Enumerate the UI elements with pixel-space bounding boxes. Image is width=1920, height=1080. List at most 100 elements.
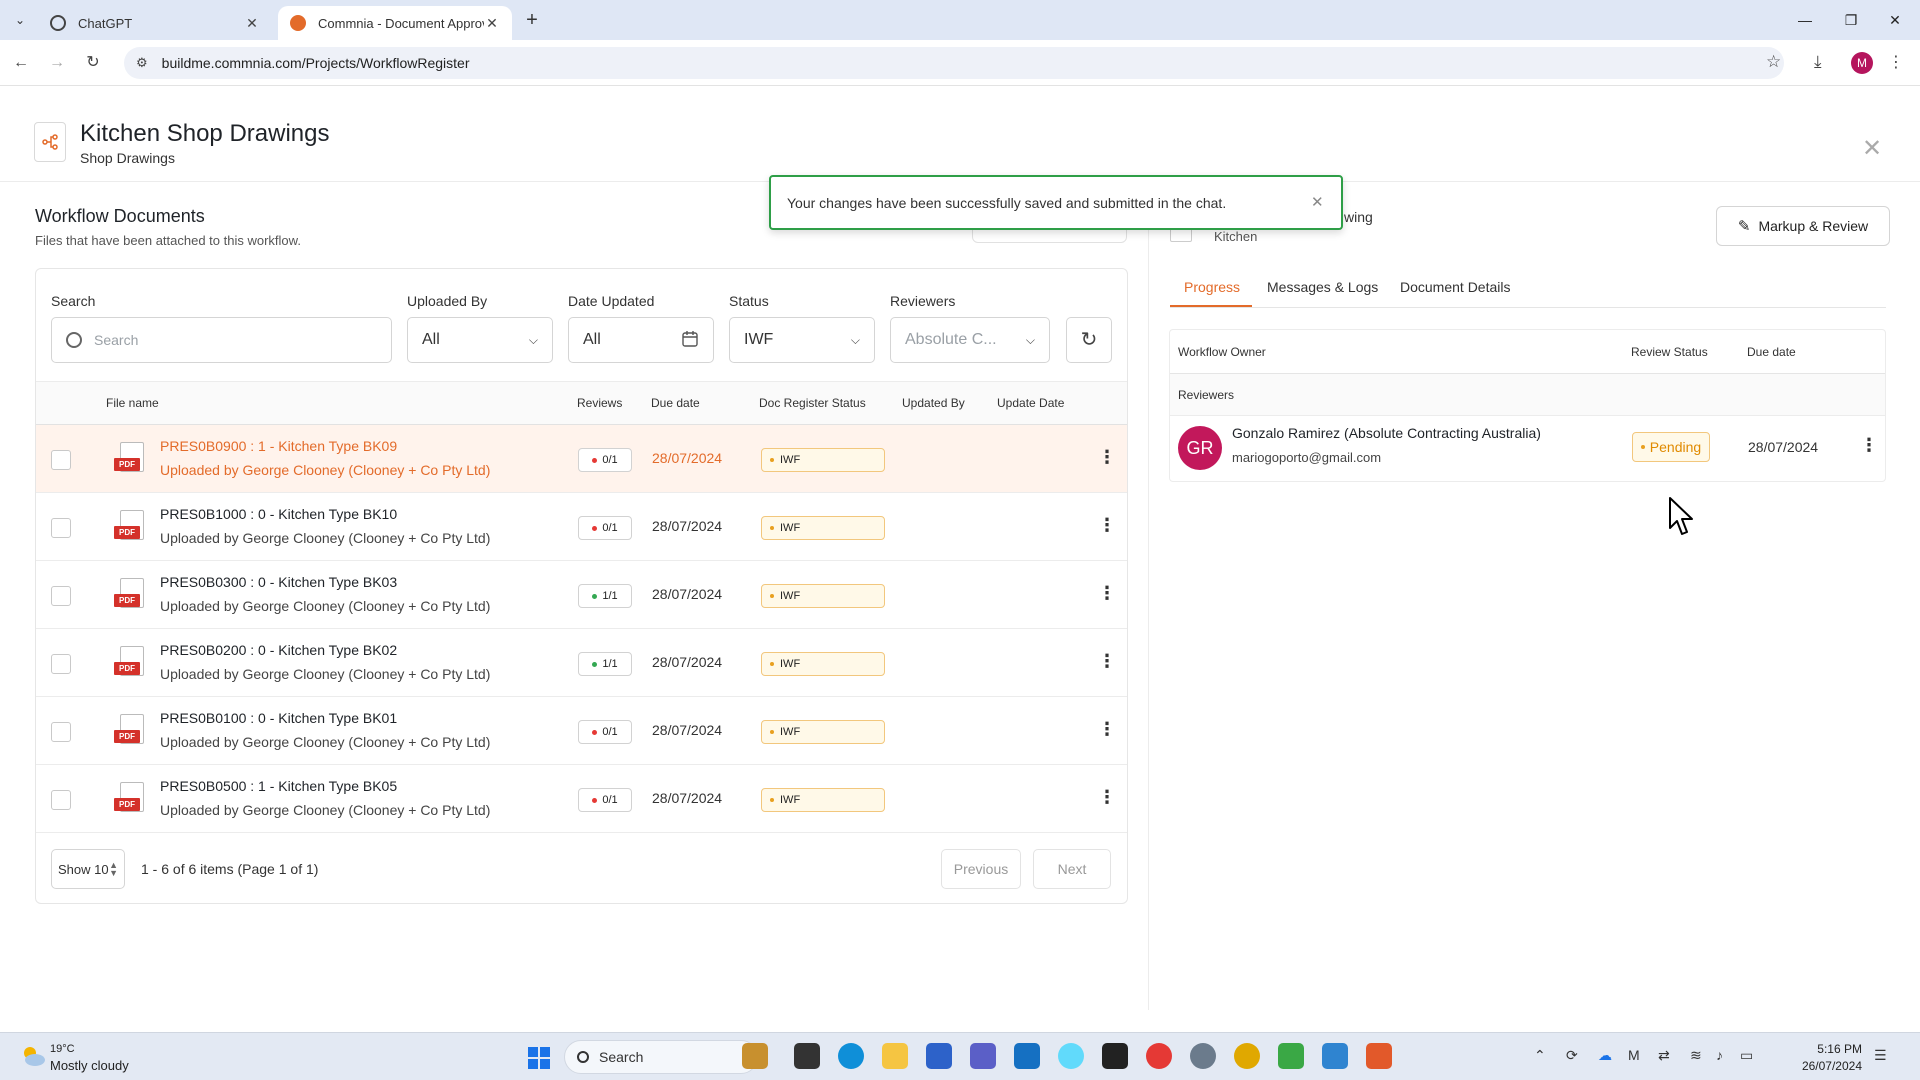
row-checkbox[interactable] — [51, 586, 71, 606]
outlook-icon[interactable] — [1014, 1043, 1040, 1069]
site-info-icon[interactable]: ⚙ — [136, 55, 148, 71]
row-menu-icon[interactable]: ⋮ — [1098, 651, 1116, 672]
back-icon[interactable]: ← — [10, 52, 32, 74]
commnia-icon[interactable] — [1366, 1043, 1392, 1069]
row-menu-icon[interactable]: ⋮ — [1098, 583, 1116, 604]
col-reviews[interactable]: Reviews — [577, 396, 622, 410]
onedrive-icon[interactable]: ☁ — [1598, 1047, 1612, 1064]
previous-button[interactable]: Previous — [941, 849, 1021, 889]
window-close-icon[interactable]: ✕ — [1880, 8, 1910, 32]
row-checkbox[interactable] — [51, 654, 71, 674]
row-checkbox[interactable] — [51, 518, 71, 538]
uploaded-by-text: Uploaded by George Clooney (Clooney + Co… — [160, 598, 491, 614]
table-row[interactable]: PDF PRES0B0900 : 1 - Kitchen Type BK09 Upl… — [36, 425, 1127, 493]
row-menu-icon[interactable]: ⋮ — [1098, 447, 1116, 468]
settings-icon[interactable] — [1190, 1043, 1216, 1069]
profile-avatar[interactable]: M — [1851, 52, 1873, 74]
camtasia-icon[interactable] — [1278, 1043, 1304, 1069]
capcut-icon[interactable] — [1102, 1043, 1128, 1069]
sway-icon[interactable] — [1322, 1043, 1348, 1069]
row-menu-icon[interactable]: ⋮ — [1098, 719, 1116, 740]
file-name-link[interactable]: PRES0B0300 : 0 - Kitchen Type BK03 — [160, 574, 397, 590]
uploaded-by-select[interactable]: All ⌵ — [407, 317, 553, 363]
minimize-icon[interactable]: — — [1790, 8, 1820, 32]
file-name-link[interactable]: PRES0B0200 : 0 - Kitchen Type BK02 — [160, 642, 397, 658]
table-row[interactable]: PDF PRES0B0500 : 1 - Kitchen Type BK05 Upl… — [36, 765, 1127, 833]
status-select[interactable]: IWF ⌵ — [729, 317, 875, 363]
windows-start-icon[interactable] — [528, 1047, 550, 1069]
col-updated-by[interactable]: Updated By — [902, 396, 965, 410]
table-row[interactable]: PDF PRES0B1000 : 0 - Kitchen Type BK10 Upl… — [36, 493, 1127, 561]
file-name-link[interactable]: PRES0B0100 : 0 - Kitchen Type BK01 — [160, 710, 397, 726]
sync-icon[interactable]: ⟳ — [1566, 1047, 1578, 1064]
calendar-icon[interactable] — [681, 330, 699, 351]
forward-icon[interactable]: → — [46, 52, 68, 74]
file-name-link[interactable]: PRES0B0900 : 1 - Kitchen Type BK09 — [160, 438, 397, 454]
table-row[interactable]: PDF PRES0B0100 : 0 - Kitchen Type BK01 Upl… — [36, 697, 1127, 765]
taskbar-search[interactable]: Search — [564, 1040, 758, 1074]
gmail-icon[interactable]: M — [1628, 1047, 1640, 1063]
tab-close-icon[interactable]: ✕ — [484, 15, 500, 32]
search-input[interactable]: Search — [51, 317, 392, 363]
table-row[interactable]: PDF PRES0B0300 : 0 - Kitchen Type BK03 Upl… — [36, 561, 1127, 629]
file-explorer-icon[interactable] — [882, 1043, 908, 1069]
reviews-count: 0/1 — [602, 794, 618, 806]
react-icon[interactable] — [1058, 1043, 1084, 1069]
row-menu-icon[interactable]: ⋮ — [1860, 435, 1878, 456]
download-icon[interactable]: ⤓ — [1814, 52, 1822, 72]
widgets-icon[interactable] — [742, 1043, 768, 1069]
url-field[interactable]: ⚙ buildme.commnia.com/Projects/WorkflowR… — [124, 47, 1784, 79]
edge-icon[interactable] — [838, 1043, 864, 1069]
terminal-icon[interactable] — [794, 1043, 820, 1069]
date-updated-picker[interactable]: All — [568, 317, 714, 363]
wifi-icon[interactable]: ≋ — [1690, 1047, 1702, 1064]
col-file-name[interactable]: File name — [106, 396, 159, 410]
review-status-dot-icon — [592, 729, 598, 735]
reload-icon[interactable]: ↻ — [82, 52, 104, 74]
battery-icon[interactable]: ▭ — [1740, 1047, 1753, 1064]
col-due-date[interactable]: Due date — [651, 396, 700, 410]
clock-date[interactable]: 26/07/2024 — [1786, 1059, 1862, 1073]
notification-icon[interactable]: ☰ — [1874, 1047, 1887, 1064]
tab-messages-logs[interactable]: Messages & Logs — [1267, 279, 1378, 295]
status-badge: IWF — [761, 584, 885, 608]
next-button[interactable]: Next — [1033, 849, 1111, 889]
review-status-dot-icon — [592, 661, 598, 667]
teams-icon[interactable] — [970, 1043, 996, 1069]
refresh-button[interactable]: ↻ — [1066, 317, 1112, 363]
file-name-link[interactable]: PRES0B0500 : 1 - Kitchen Type BK05 — [160, 778, 397, 794]
new-tab-icon[interactable]: + — [520, 8, 544, 32]
row-menu-icon[interactable]: ⋮ — [1098, 515, 1116, 536]
volume-icon[interactable]: ♪ — [1716, 1047, 1723, 1063]
tab-progress[interactable]: Progress — [1184, 279, 1240, 295]
restore-icon[interactable]: ❐ — [1836, 8, 1866, 32]
due-date: 28/07/2024 — [652, 790, 723, 806]
bookmark-star-icon[interactable]: ☆ — [1766, 52, 1781, 72]
app-icon[interactable] — [1146, 1043, 1172, 1069]
close-icon[interactable]: ✕ — [1862, 134, 1882, 163]
tray-chevron-icon[interactable]: ⌃ — [1534, 1047, 1546, 1064]
tab-document-details[interactable]: Document Details — [1400, 279, 1511, 295]
col-update-date[interactable]: Update Date — [997, 396, 1064, 410]
tab-search-icon[interactable]: ⌄ — [10, 10, 30, 30]
reviewers-select[interactable]: Absolute C... ⌵ — [890, 317, 1050, 363]
chrome-icon[interactable] — [1234, 1043, 1260, 1069]
row-menu-icon[interactable]: ⋮ — [1098, 787, 1116, 808]
transfer-icon[interactable]: ⇄ — [1658, 1047, 1670, 1064]
markup-review-button[interactable]: ✎ Markup & Review — [1716, 206, 1890, 246]
browser-tab-chatgpt[interactable]: ChatGPT ✕ — [38, 6, 272, 40]
browser-tab-commnia[interactable]: Commnia - Document Approva ✕ — [278, 6, 512, 40]
reviewer-row[interactable]: GR Gonzalo Ramirez (Absolute Contracting… — [1170, 416, 1885, 481]
clock-time[interactable]: 5:16 PM — [1796, 1042, 1862, 1056]
page-size-select[interactable]: Show 10 ▲ ▼ — [51, 849, 125, 889]
file-name-link[interactable]: PRES0B1000 : 0 - Kitchen Type BK10 — [160, 506, 397, 522]
close-icon[interactable]: ✕ — [1311, 193, 1324, 211]
tab-close-icon[interactable]: ✕ — [244, 15, 260, 32]
row-checkbox[interactable] — [51, 450, 71, 470]
col-doc-status[interactable]: Doc Register Status — [759, 396, 866, 410]
row-checkbox[interactable] — [51, 790, 71, 810]
table-row[interactable]: PDF PRES0B0200 : 0 - Kitchen Type BK02 Upl… — [36, 629, 1127, 697]
row-checkbox[interactable] — [51, 722, 71, 742]
store-icon[interactable] — [926, 1043, 952, 1069]
browser-menu-icon[interactable]: ⋮ — [1888, 52, 1904, 72]
